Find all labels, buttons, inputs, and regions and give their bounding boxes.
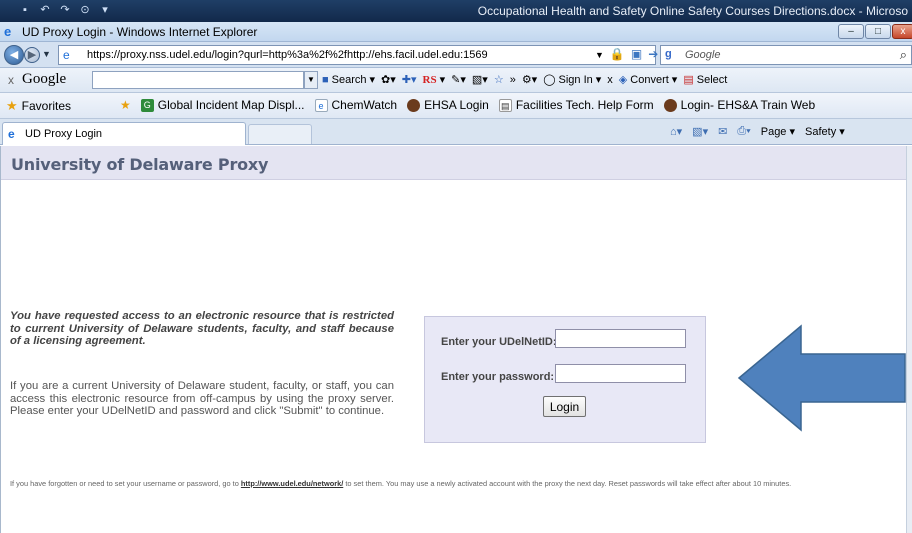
- window-title: UD Proxy Login - Windows Internet Explor…: [22, 25, 258, 39]
- mail-icon[interactable]: ✉: [718, 125, 727, 138]
- help-icon[interactable]: ⊙: [78, 3, 92, 17]
- minimize-button[interactable]: –: [838, 24, 864, 39]
- customize-qat-icon[interactable]: ▾: [98, 3, 112, 17]
- toolbar-plus-icon[interactable]: ✚▾: [402, 73, 417, 86]
- go-arrow-icon[interactable]: ➔: [648, 47, 658, 63]
- pointer-arrow: [737, 324, 906, 432]
- restricted-access-notice: You have requested access to an electron…: [10, 310, 394, 348]
- login-form: Enter your UDelNetID: Enter your passwor…: [424, 316, 706, 443]
- password-label: Enter your password:: [441, 371, 555, 383]
- ie-title-bar: e UD Proxy Login - Windows Internet Expl…: [0, 22, 912, 42]
- search-placeholder[interactable]: Google: [685, 49, 720, 61]
- password-reset-note: If you have forgotten or need to set you…: [10, 479, 792, 488]
- password-input[interactable]: [555, 364, 686, 383]
- tab-row: e UD Proxy Login ⌂▾ ▧▾ ✉ ⎙▾ Page ▾ Safet…: [0, 119, 912, 145]
- quick-access-toolbar: ▪ ↶ ↷ ⊙ ▾: [18, 3, 112, 17]
- print-icon[interactable]: ⎙▾: [737, 125, 750, 138]
- favorite-link-facilities-help[interactable]: ▤ Facilities Tech. Help Form: [498, 98, 654, 112]
- favorite-link-global-incident-map[interactable]: G Global Incident Map Displ...: [140, 98, 305, 112]
- save-icon[interactable]: ▪: [18, 3, 32, 17]
- favorites-star-icon: ★: [6, 98, 18, 113]
- pdf-select-icon: ▤: [683, 74, 694, 86]
- google-toolbar-dropdown[interactable]: ▼: [304, 71, 318, 89]
- recent-pages-dropdown-icon[interactable]: ▼: [42, 49, 51, 59]
- redo-icon[interactable]: ↷: [58, 3, 72, 17]
- favorite-link-chemwatch[interactable]: e ChemWatch: [314, 98, 397, 112]
- ie-page-icon: e: [314, 98, 328, 112]
- google-search-provider-icon: g: [665, 48, 672, 60]
- convert-button[interactable]: ◈ Convert ▾: [618, 73, 678, 87]
- map-icon: G: [140, 98, 154, 112]
- favorite-link-ehsa-train-web[interactable]: Login- EHS&A Train Web: [663, 98, 815, 112]
- maximize-button[interactable]: □: [865, 24, 891, 39]
- ie-logo-icon: e: [4, 24, 12, 39]
- favorites-button[interactable]: ★ Favorites: [6, 98, 71, 114]
- login-button[interactable]: Login: [543, 396, 586, 417]
- network-page-link[interactable]: http://www.udel.edu/network/: [241, 479, 343, 488]
- favorite-link-ehsa-login[interactable]: EHSA Login: [407, 98, 489, 112]
- google-search-icon: ■: [322, 73, 329, 86]
- page-content: University of Delaware Proxy You have re…: [0, 146, 906, 533]
- udelnetid-label: Enter your UDelNetID:: [441, 336, 557, 348]
- toolbar-wrench-icon[interactable]: ⚙▾: [522, 73, 537, 86]
- page-icon: e: [63, 48, 70, 62]
- udelnetid-input[interactable]: [555, 329, 686, 348]
- form-icon: ▤: [498, 98, 512, 112]
- toolbar-bookmark-star-icon[interactable]: ☆: [494, 73, 504, 86]
- back-button[interactable]: ◀: [4, 45, 24, 65]
- search-icon[interactable]: ⌕: [900, 47, 907, 63]
- google-toolbar: x Google ▼ ■ Search ▾ ✿▾ ✚▾ RS ▾ ✎▾ ▧▾ ☆ » …: [0, 68, 912, 93]
- search-box[interactable]: g Google ⌕: [660, 45, 912, 65]
- address-dropdown-icon[interactable]: ▼: [595, 47, 604, 63]
- google-logo: Google: [22, 71, 67, 87]
- site-icon: [407, 98, 421, 112]
- address-row: ◀ ▶ ▼ e https://proxy.nss.udel.edu/login…: [0, 42, 912, 68]
- google-toolbar-items: ■ Search ▾ ✿▾ ✚▾ RS ▾ ✎▾ ▧▾ ☆ » ⚙▾ ◯ Sign In…: [322, 73, 727, 87]
- compat-view-icon[interactable]: ▣: [631, 47, 642, 63]
- feeds-icon[interactable]: ▧▾: [692, 125, 708, 138]
- site-icon: [663, 98, 677, 112]
- lock-icon[interactable]: 🔒: [610, 47, 625, 63]
- convert-icon: ◈: [618, 74, 628, 86]
- home-icon[interactable]: ⌂▾: [670, 125, 682, 138]
- toolbar-close-icon[interactable]: x: [8, 73, 14, 87]
- toolbar-separator-close-icon[interactable]: x: [607, 73, 613, 86]
- word-title-bar: ▪ ↶ ↷ ⊙ ▾ Occupational Health and Safety…: [0, 0, 912, 22]
- tab-label: UD Proxy Login: [25, 128, 103, 140]
- command-bar: ⌂▾ ▧▾ ✉ ⎙▾ Page ▾ Safety ▾: [670, 125, 845, 138]
- address-url[interactable]: https://proxy.nss.udel.edu/login?qurl=ht…: [87, 49, 488, 61]
- add-to-favorites-icon[interactable]: ★: [120, 98, 131, 112]
- close-button[interactable]: x: [892, 24, 912, 39]
- favorites-bar: ★ Favorites ★ G Global Incident Map Displ…: [0, 93, 912, 119]
- tab-ud-proxy-login[interactable]: e UD Proxy Login: [2, 122, 246, 145]
- undo-icon[interactable]: ↶: [38, 3, 52, 17]
- toolbar-more-icon[interactable]: »: [510, 73, 516, 86]
- page-menu[interactable]: Page ▾: [761, 125, 795, 138]
- toolbar-popup-icon[interactable]: ▧▾: [472, 73, 488, 86]
- word-document-title: Occupational Health and Safety Online Sa…: [477, 4, 908, 18]
- proxy-header: University of Delaware Proxy: [1, 146, 906, 180]
- sign-in-button[interactable]: ◯ Sign In ▾: [543, 73, 601, 87]
- proxy-instructions: If you are a current University of Delaw…: [10, 380, 394, 418]
- google-toolbar-search-input[interactable]: [92, 71, 304, 89]
- safety-menu[interactable]: Safety ▾: [805, 125, 845, 138]
- forward-button[interactable]: ▶: [24, 47, 40, 63]
- favorites-links: ★ G Global Incident Map Displ... e ChemWat…: [120, 98, 815, 112]
- page-title: University of Delaware Proxy: [11, 155, 269, 174]
- vertical-scrollbar[interactable]: [906, 146, 912, 533]
- toolbar-translate-icon[interactable]: ✎▾: [451, 73, 466, 86]
- new-tab-button[interactable]: [248, 124, 312, 144]
- sign-in-icon: ◯: [543, 74, 556, 86]
- tab-page-icon: e: [8, 127, 15, 141]
- address-bar[interactable]: e https://proxy.nss.udel.edu/login?qurl=…: [58, 45, 674, 65]
- select-button[interactable]: ▤ Select: [683, 73, 727, 87]
- toolbar-tool-icon[interactable]: ✿▾: [381, 73, 396, 86]
- rs-button[interactable]: RS ▾: [423, 73, 446, 87]
- google-search-button[interactable]: ■ Search ▾: [322, 73, 375, 87]
